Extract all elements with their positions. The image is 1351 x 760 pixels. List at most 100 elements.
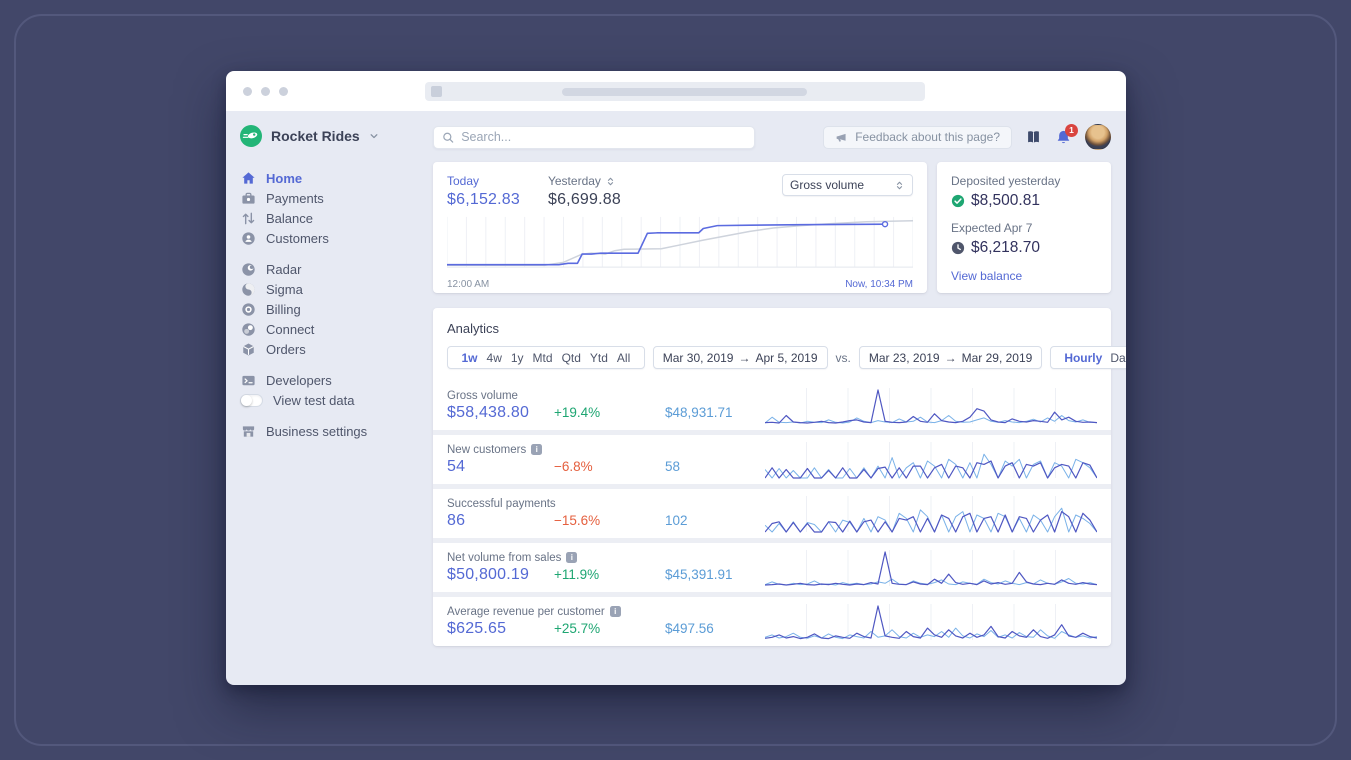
today-label: Today [447, 174, 480, 188]
metric-previous-value: $48,931.71 [665, 404, 733, 420]
sort-arrows-icon[interactable] [605, 176, 616, 187]
topbar: Feedback about this page? 1 [433, 123, 1111, 150]
sidebar-item-home[interactable]: Home [240, 168, 421, 188]
window-controls [243, 87, 288, 96]
sidebar-item-label: Radar [266, 261, 302, 277]
business-settings-icon [240, 423, 256, 439]
compare-start: Mar 23, 2019 [868, 350, 940, 365]
range-option-1y[interactable]: 1y [506, 351, 528, 365]
analytics-card: Analytics 1w 4w 1y Mtd Qtd Ytd All Mar 3… [433, 308, 1126, 646]
account-switcher[interactable]: Rocket Rides [240, 125, 421, 147]
feedback-button[interactable]: Feedback about this page? [823, 125, 1012, 149]
window-minimize-button[interactable] [261, 87, 270, 96]
metric-previous-value: $45,391.91 [665, 566, 733, 582]
sidebar-item-business-settings[interactable]: Business settings [240, 421, 421, 441]
window-close-button[interactable] [243, 87, 252, 96]
range-option-qtd[interactable]: Qtd [557, 351, 585, 365]
period-date-range[interactable]: Mar 30, 2019 → Apr 5, 2019 [652, 346, 828, 369]
sidebar-item-label: Orders [266, 341, 306, 357]
notifications-button[interactable]: 1 [1055, 123, 1078, 146]
compare-date-range[interactable]: Mar 23, 2019 → Mar 29, 2019 [858, 346, 1043, 369]
metric-row-new-customers[interactable]: New customers i 54 −6.8% 58 [433, 435, 1111, 484]
metric-change: +19.4% [554, 404, 601, 420]
sidebar-item-payments[interactable]: Payments [240, 188, 421, 208]
analytics-title: Analytics [447, 321, 500, 336]
book-icon [1028, 131, 1039, 143]
x-axis-start-label: 12:00 AM [447, 279, 490, 290]
search-bar[interactable] [433, 125, 755, 149]
sidebar-item-radar[interactable]: Radar [240, 259, 421, 279]
feedback-label: Feedback about this page? [855, 130, 1000, 144]
radar-icon [240, 261, 256, 277]
metric-change: +11.9% [554, 566, 600, 582]
sparkline-chart [765, 386, 1097, 426]
favicon-placeholder [431, 86, 442, 97]
metric-previous-value: 58 [665, 458, 681, 474]
granularity-daily[interactable]: Daily [1106, 351, 1126, 365]
info-icon[interactable]: i [609, 606, 621, 617]
sidebar-item-balance[interactable]: Balance [240, 208, 421, 228]
address-bar[interactable] [425, 82, 925, 101]
sidebar-item-connect[interactable]: Connect [240, 319, 421, 339]
expected-label: Expected Apr 7 [951, 221, 1033, 235]
sidebar-item-label: Connect [266, 321, 315, 337]
sigma-icon [240, 281, 256, 297]
metric-change: −6.8% [554, 458, 593, 474]
browser-window: Rocket Rides Home Payments Balance Custo… [226, 71, 1126, 685]
range-option-ytd[interactable]: Ytd [585, 351, 612, 365]
notification-badge: 1 [1065, 123, 1078, 137]
avatar[interactable] [1085, 124, 1111, 150]
range-option-1w[interactable]: 1w [457, 351, 482, 365]
metric-rows: Gross volume $58,438.80 +19.4% $48,931.7… [433, 381, 1111, 646]
balance-icon [240, 210, 256, 226]
main-content: Feedback about this page? 1 [421, 111, 1126, 685]
sidebar-item-label: Customers [266, 230, 329, 246]
period-end: Apr 5, 2019 [755, 350, 818, 365]
sidebar-item-view-test-data[interactable]: View test data [240, 390, 421, 410]
sidebar-item-orders[interactable]: Orders [240, 339, 421, 359]
sidebar-item-label: Sigma [266, 281, 303, 297]
metric-row-net-volume[interactable]: Net volume from sales i $50,800.19 +11.9%… [433, 543, 1111, 592]
connect-icon [240, 321, 256, 337]
deposited-value: $8,500.81 [971, 192, 1040, 209]
sidebar-item-billing[interactable]: Billing [240, 299, 421, 319]
expected-value: $6,218.70 [971, 239, 1040, 256]
metric-value: 54 [447, 457, 466, 475]
overview-chart [447, 215, 913, 271]
sidebar-item-label: Developers [266, 372, 332, 388]
search-input[interactable] [461, 130, 746, 144]
sidebar-item-label: Billing [266, 301, 301, 317]
granularity-hourly[interactable]: Hourly [1060, 351, 1106, 365]
window-zoom-button[interactable] [279, 87, 288, 96]
sidebar-item-developers[interactable]: Developers [240, 370, 421, 390]
docs-button[interactable] [1025, 129, 1042, 145]
metric-change: +25.7% [554, 620, 601, 636]
x-axis-end-label: Now, 10:34 PM [845, 279, 913, 290]
sidebar-item-label: Payments [266, 190, 324, 206]
view-balance-link[interactable]: View balance [951, 269, 1097, 283]
clock-icon [951, 241, 965, 255]
metric-select-value: Gross volume [790, 178, 865, 192]
sidebar-item-sigma[interactable]: Sigma [240, 279, 421, 299]
range-option-all[interactable]: All [612, 351, 634, 365]
info-icon[interactable]: i [531, 444, 543, 455]
sidebar-item-customers[interactable]: Customers [240, 228, 421, 248]
info-icon[interactable]: i [566, 552, 578, 563]
test-data-toggle[interactable] [240, 393, 263, 407]
sparkline-chart [765, 440, 1097, 480]
metric-label: Successful payments [447, 497, 556, 510]
toggle-knob [241, 394, 252, 406]
range-option-4w[interactable]: 4w [482, 351, 506, 365]
url-placeholder [562, 87, 807, 96]
sidebar: Rocket Rides Home Payments Balance Custo… [226, 111, 421, 685]
rocket-rides-logo-icon [240, 125, 262, 147]
metric-row-average-revenue[interactable]: Average revenue per customer i $625.65 +2… [433, 597, 1111, 646]
metric-label: New customers [447, 443, 527, 456]
metric-row-gross-volume[interactable]: Gross volume $58,438.80 +19.4% $48,931.7… [433, 381, 1111, 430]
range-option-mtd[interactable]: Mtd [528, 351, 557, 365]
metric-select[interactable]: Gross volume [782, 174, 913, 196]
metric-row-successful-payments[interactable]: Successful payments 86 −15.6% 102 [433, 489, 1111, 538]
billing-icon [240, 301, 256, 317]
deposits-card: Deposited yesterday $8,500.81 Expected A… [937, 162, 1111, 293]
range-selector: 1w 4w 1y Mtd Qtd Ytd All [447, 346, 645, 369]
